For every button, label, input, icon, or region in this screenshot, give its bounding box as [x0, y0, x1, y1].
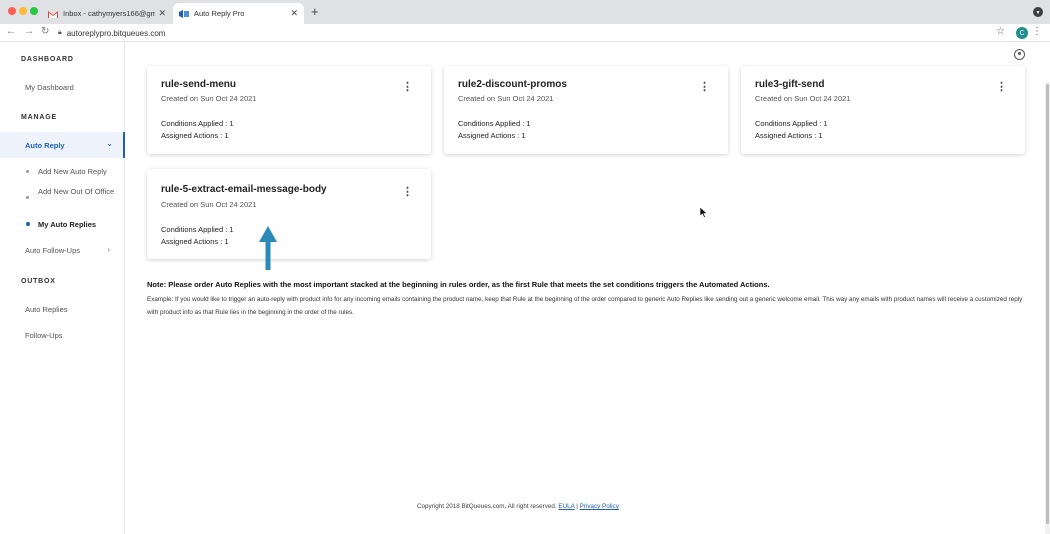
bullet-icon: [26, 170, 29, 173]
rule-created-date: Created on Sun Oct 24 2021: [755, 94, 851, 103]
manage-heading: MANAGE: [21, 114, 57, 121]
chevron-down-icon: ⌄: [106, 139, 113, 148]
profile-avatar[interactable]: C: [1016, 27, 1028, 39]
privacy-policy-link[interactable]: Privacy Policy: [580, 503, 619, 510]
bullet-icon: [26, 196, 29, 199]
more-vert-icon[interactable]: ⋮: [699, 82, 710, 93]
main-content: rule-send-menu Created on Sun Oct 24 202…: [126, 42, 1050, 534]
close-window-button[interactable]: [8, 7, 16, 15]
tab-gmail[interactable]: Inbox - cathymyers166@gmail ✕: [42, 3, 172, 24]
bookmark-star-icon[interactable]: ☆: [996, 26, 1005, 37]
rule-created-date: Created on Sun Oct 24 2021: [161, 94, 257, 103]
rule-name: rule3-gift-send: [755, 79, 825, 90]
lock-icon: 🔒︎: [58, 29, 62, 36]
back-icon[interactable]: ←: [6, 26, 16, 37]
sidebar-item-outbox-follow-ups[interactable]: Follow-Ups: [25, 331, 63, 340]
tab-title: Inbox - cathymyers166@gmail: [63, 9, 156, 18]
copyright-text: Copyright 2018 BitQueues.com, All right …: [417, 503, 557, 510]
rule-actions: Assigned Actions : 1: [755, 131, 823, 140]
sidebar-item-add-new-auto-reply[interactable]: Add New Auto Reply: [38, 166, 118, 178]
rule-conditions: Conditions Applied : 1: [161, 225, 234, 234]
tab-title: Auto Reply Pro: [194, 9, 245, 18]
footer: Copyright 2018 BitQueues.com, All right …: [417, 503, 619, 510]
rule-card[interactable]: rule3-gift-send Created on Sun Oct 24 20…: [741, 66, 1025, 154]
mouse-cursor-icon: [700, 207, 708, 218]
minimize-window-button[interactable]: [19, 7, 27, 15]
rule-actions: Assigned Actions : 1: [161, 237, 229, 246]
rule-actions: Assigned Actions : 1: [161, 131, 229, 140]
sidebar-item-outbox-auto-replies[interactable]: Auto Replies: [25, 305, 68, 314]
url-text: autoreplypro.bitqueues.com: [66, 28, 166, 38]
tab-auto-reply-pro[interactable]: Auto Reply Pro ✕: [173, 3, 304, 24]
rules-order-example: Example: If you would like to trigger an…: [147, 296, 1023, 316]
sidebar-item-my-dashboard[interactable]: My Dashboard: [25, 83, 74, 92]
browser-tab-bar: Inbox - cathymyers166@gmail ✕ Auto Reply…: [0, 0, 1050, 24]
rule-conditions: Conditions Applied : 1: [755, 119, 828, 128]
sidebar-item-my-auto-replies[interactable]: My Auto Replies: [38, 219, 118, 231]
dashboard-heading: DASHBOARD: [21, 56, 74, 63]
rule-card[interactable]: rule-send-menu Created on Sun Oct 24 202…: [147, 66, 431, 154]
more-vert-icon[interactable]: ⋮: [996, 82, 1007, 93]
eula-link[interactable]: EULA: [558, 503, 574, 510]
outbox-heading: OUTBOX: [21, 278, 56, 285]
rule-card[interactable]: rule-5-extract-email-message-body Create…: [147, 169, 431, 259]
up-arrow-icon: [259, 226, 277, 270]
rule-conditions: Conditions Applied : 1: [161, 119, 234, 128]
user-account-icon[interactable]: [1014, 49, 1025, 60]
sidebar-item-label: Auto Reply: [25, 141, 65, 150]
sidebar-item-add-new-out-of-office[interactable]: Add New Out Of Office: [38, 186, 118, 198]
sidebar: DASHBOARD My Dashboard MANAGE Auto Reply…: [0, 42, 125, 534]
rule-created-date: Created on Sun Oct 24 2021: [458, 94, 554, 103]
rule-name: rule-5-extract-email-message-body: [161, 184, 327, 195]
rule-actions: Assigned Actions : 1: [458, 131, 526, 140]
close-icon[interactable]: ✕: [158, 8, 166, 19]
gmail-icon: [48, 10, 58, 18]
sidebar-item-auto-follow-ups[interactable]: Auto Follow-Ups: [25, 246, 80, 255]
bullet-icon: [26, 222, 30, 226]
rule-name: rule-send-menu: [161, 79, 237, 90]
address-bar: ← → ↻ 🔒︎ autoreplypro.bitqueues.com ☆ C …: [0, 24, 1050, 42]
browser-menu-icon[interactable]: ⋮: [1032, 26, 1042, 37]
new-tab-icon[interactable]: +: [311, 4, 319, 19]
rule-conditions: Conditions Applied : 1: [458, 119, 531, 128]
chevron-right-icon: ›: [107, 245, 110, 254]
scrollbar-thumb[interactable]: [1046, 84, 1049, 524]
close-icon[interactable]: ✕: [290, 8, 298, 19]
rules-order-note: Note: Please order Auto Replies with the…: [147, 280, 770, 289]
forward-icon[interactable]: →: [24, 26, 34, 37]
sidebar-item-auto-reply[interactable]: Auto Reply ⌄: [0, 132, 125, 158]
reload-icon[interactable]: ↻: [41, 26, 49, 37]
more-vert-icon[interactable]: ⋮: [402, 187, 413, 198]
tab-search-icon[interactable]: ▾: [1033, 7, 1043, 17]
footer-separator: |: [576, 503, 578, 510]
autoreply-icon: [179, 9, 189, 18]
rule-name: rule2-discount-promos: [458, 79, 567, 90]
more-vert-icon[interactable]: ⋮: [402, 82, 413, 93]
rule-card[interactable]: rule2-discount-promos Created on Sun Oct…: [444, 66, 728, 154]
rule-created-date: Created on Sun Oct 24 2021: [161, 200, 257, 209]
url-input[interactable]: 🔒︎ autoreplypro.bitqueues.com: [58, 26, 1008, 40]
maximize-window-button[interactable]: [30, 7, 38, 15]
